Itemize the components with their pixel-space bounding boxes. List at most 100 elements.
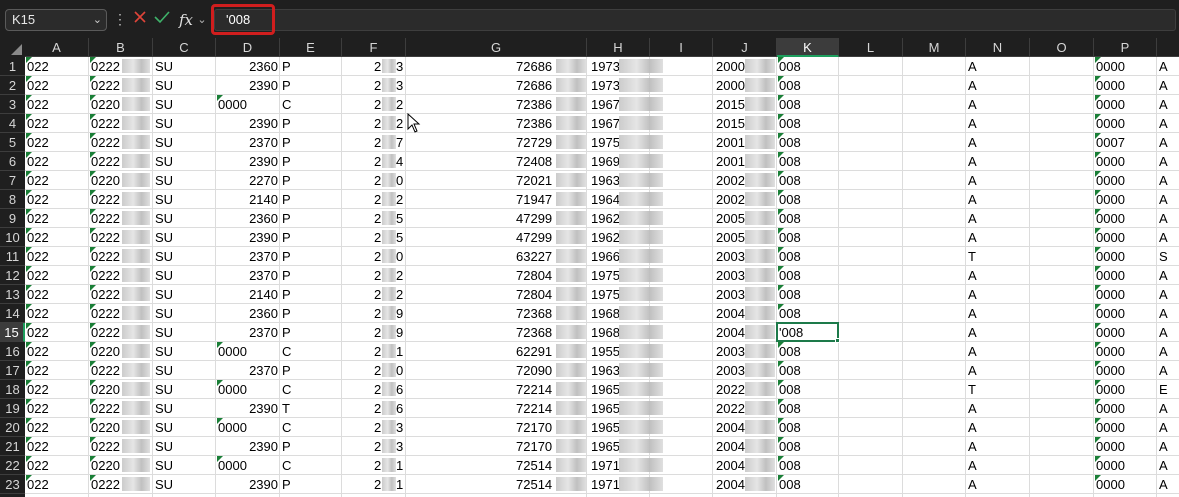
cell-A20[interactable]: 022: [25, 418, 89, 437]
number-stored-as-text-indicator[interactable]: [1095, 456, 1101, 462]
number-stored-as-text-indicator[interactable]: [26, 437, 32, 443]
number-stored-as-text-indicator[interactable]: [26, 114, 32, 120]
cell-D15[interactable]: 2370: [216, 323, 280, 342]
cell-J2[interactable]: 2000: [714, 76, 748, 95]
cell-next-17[interactable]: A: [1157, 361, 1179, 380]
number-stored-as-text-indicator[interactable]: [26, 76, 32, 82]
cell-P9[interactable]: 0000: [1094, 209, 1157, 228]
select-all-button[interactable]: [0, 38, 25, 57]
number-stored-as-text-indicator[interactable]: [1095, 114, 1101, 120]
enter-check-icon[interactable]: [152, 9, 172, 31]
row-header-12[interactable]: 12: [0, 266, 25, 285]
number-stored-as-text-indicator[interactable]: [778, 171, 784, 177]
cell-D22[interactable]: 0000: [216, 456, 280, 475]
cell-F17-end[interactable]: 0: [394, 361, 408, 380]
cell-A17[interactable]: 022: [25, 361, 89, 380]
cell-N20[interactable]: A: [966, 418, 1030, 437]
cell-J1[interactable]: 2000: [714, 57, 748, 76]
cell-C2[interactable]: SU: [153, 76, 216, 95]
number-stored-as-text-indicator[interactable]: [1095, 399, 1101, 405]
cell-E21[interactable]: P: [280, 437, 342, 456]
number-stored-as-text-indicator[interactable]: [1095, 342, 1101, 348]
cell-F23-end[interactable]: 1: [394, 475, 408, 494]
number-stored-as-text-indicator[interactable]: [90, 323, 96, 329]
cell-P11[interactable]: 0000: [1094, 247, 1157, 266]
cell-J14[interactable]: 2004: [714, 304, 748, 323]
number-stored-as-text-indicator[interactable]: [90, 342, 96, 348]
column-header-P[interactable]: P: [1094, 38, 1157, 57]
cell-next-12[interactable]: A: [1157, 266, 1179, 285]
number-stored-as-text-indicator[interactable]: [26, 266, 32, 272]
cell-E22[interactable]: C: [280, 456, 342, 475]
cell-D18[interactable]: 0000: [216, 380, 280, 399]
row-header-17[interactable]: 17: [0, 361, 25, 380]
cell-P13[interactable]: 0000: [1094, 285, 1157, 304]
cell-N13[interactable]: A: [966, 285, 1030, 304]
cell-P22[interactable]: 0000: [1094, 456, 1157, 475]
cell-H15[interactable]: 1968: [589, 323, 623, 342]
cell-D17[interactable]: 2370: [216, 361, 280, 380]
cell-next-11[interactable]: S: [1157, 247, 1179, 266]
cell-next-13[interactable]: A: [1157, 285, 1179, 304]
number-stored-as-text-indicator[interactable]: [778, 418, 784, 424]
row-header-10[interactable]: 10: [0, 228, 25, 247]
cell-N14[interactable]: A: [966, 304, 1030, 323]
cell-J3[interactable]: 2015: [714, 95, 748, 114]
cell-next-2[interactable]: A: [1157, 76, 1179, 95]
cell-E3[interactable]: C: [280, 95, 342, 114]
cell-A9[interactable]: 022: [25, 209, 89, 228]
cell-C18[interactable]: SU: [153, 380, 216, 399]
cell-D16[interactable]: 0000: [216, 342, 280, 361]
cell-A4[interactable]: 022: [25, 114, 89, 133]
cell-D19[interactable]: 2390: [216, 399, 280, 418]
cell-next-19[interactable]: A: [1157, 399, 1179, 418]
cell-P7[interactable]: 0000: [1094, 171, 1157, 190]
cell-next-20[interactable]: A: [1157, 418, 1179, 437]
cell-G12[interactable]: 72804: [514, 266, 558, 285]
cell-K6[interactable]: 008: [777, 152, 839, 171]
cell-F7-end[interactable]: 0: [394, 171, 408, 190]
cell-D9[interactable]: 2360: [216, 209, 280, 228]
cell-D8[interactable]: 2140: [216, 190, 280, 209]
cell-N21[interactable]: A: [966, 437, 1030, 456]
cell-D14[interactable]: 2360: [216, 304, 280, 323]
cell-A7[interactable]: 022: [25, 171, 89, 190]
cell-K23[interactable]: 008: [777, 475, 839, 494]
cell-H23[interactable]: 1971: [589, 475, 623, 494]
cell-G9[interactable]: 47299: [514, 209, 558, 228]
cell-N17[interactable]: A: [966, 361, 1030, 380]
cell-C22[interactable]: SU: [153, 456, 216, 475]
number-stored-as-text-indicator[interactable]: [26, 323, 32, 329]
cell-N9[interactable]: A: [966, 209, 1030, 228]
cell-J5[interactable]: 2001: [714, 133, 748, 152]
number-stored-as-text-indicator[interactable]: [778, 57, 784, 63]
column-header-G[interactable]: G: [406, 38, 587, 57]
cell-E14[interactable]: P: [280, 304, 342, 323]
number-stored-as-text-indicator[interactable]: [1095, 285, 1101, 291]
cell-K4[interactable]: 008: [777, 114, 839, 133]
cell-F22-end[interactable]: 1: [394, 456, 408, 475]
cell-A16[interactable]: 022: [25, 342, 89, 361]
cell-C6[interactable]: SU: [153, 152, 216, 171]
row-header-19[interactable]: 19: [0, 399, 25, 418]
number-stored-as-text-indicator[interactable]: [778, 285, 784, 291]
cell-P18[interactable]: 0000: [1094, 380, 1157, 399]
cell-D20[interactable]: 0000: [216, 418, 280, 437]
cell-J23[interactable]: 2004: [714, 475, 748, 494]
number-stored-as-text-indicator[interactable]: [778, 133, 784, 139]
cell-P23[interactable]: 0000: [1094, 475, 1157, 494]
cell-K15[interactable]: '008: [777, 323, 839, 342]
cell-next-15[interactable]: A: [1157, 323, 1179, 342]
cell-H1[interactable]: 1973: [589, 57, 623, 76]
column-header-next[interactable]: [1157, 38, 1179, 57]
cell-F19-end[interactable]: 6: [394, 399, 408, 418]
cell-P16[interactable]: 0000: [1094, 342, 1157, 361]
cell-A18[interactable]: 022: [25, 380, 89, 399]
cell-F9-end[interactable]: 5: [394, 209, 408, 228]
cell-C13[interactable]: SU: [153, 285, 216, 304]
number-stored-as-text-indicator[interactable]: [26, 304, 32, 310]
number-stored-as-text-indicator[interactable]: [90, 456, 96, 462]
row-header-14[interactable]: 14: [0, 304, 25, 323]
row-header-9[interactable]: 9: [0, 209, 25, 228]
chevron-down-icon[interactable]: ⌄: [93, 10, 102, 30]
